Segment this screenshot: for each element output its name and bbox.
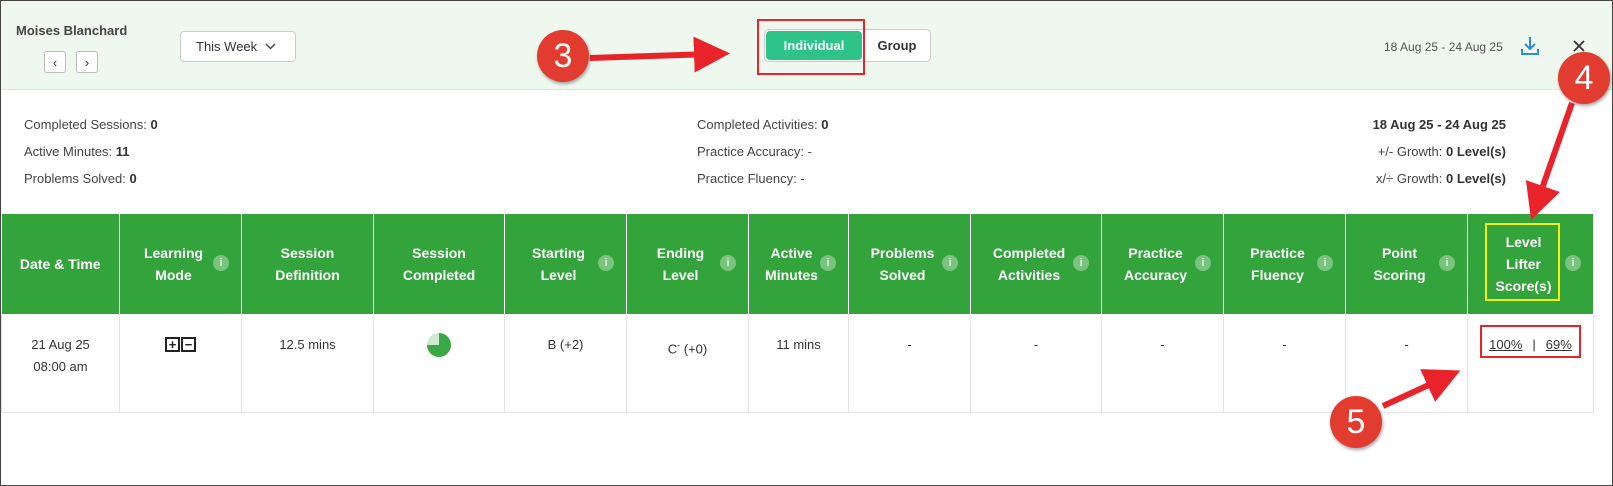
column-header-problems-solved: Problems Solved i	[848, 214, 971, 314]
callout-5: 5	[1330, 396, 1382, 448]
info-icon[interactable]: i	[598, 255, 614, 271]
cell-problems-solved: -	[848, 314, 971, 413]
chevron-right-icon: ›	[84, 54, 90, 70]
cell-practice-accuracy: -	[1101, 314, 1224, 413]
period-dropdown-value: This Week	[196, 39, 258, 54]
chevron-down-icon	[265, 41, 276, 53]
stat-practice-accuracy: Practice Accuracy: -	[697, 144, 812, 159]
stat-problems-solved: Problems Solved: 0	[24, 171, 137, 186]
cell-starting-level: B (+2)	[504, 314, 627, 413]
stat-add-sub-growth: +/- Growth: 0 Level(s)	[1377, 144, 1506, 159]
previous-week-button[interactable]: ‹	[44, 51, 66, 73]
column-header-completed-activities: Completed Activities i	[970, 214, 1102, 314]
sessions-table: Date & Time Learning Mode i Session Definit…	[1, 214, 1594, 413]
column-header-starting-level: Starting Level i	[504, 214, 627, 314]
stat-completed-activities: Completed Activities: 0	[697, 117, 829, 132]
summary-date-range: 18 Aug 25 - 24 Aug 25	[1372, 117, 1506, 132]
stat-completed-sessions: Completed Sessions: 0	[24, 117, 158, 132]
info-icon[interactable]: i	[942, 255, 958, 271]
info-icon[interactable]: i	[1439, 255, 1455, 271]
next-week-button[interactable]: ›	[76, 51, 98, 73]
student-name: Moises Blanchard	[16, 23, 128, 38]
cell-session-definition: 12.5 mins	[241, 314, 374, 413]
cell-practice-fluency: -	[1223, 314, 1346, 413]
header-date-range: 18 Aug 25 - 24 Aug 25	[1384, 40, 1503, 54]
level-lifter-highlight-box	[1485, 223, 1560, 301]
column-header-active-minutes: Active Minutes i	[748, 214, 849, 314]
cell-active-minutes: 11 mins	[748, 314, 849, 413]
scores-highlight-box	[1480, 325, 1581, 358]
download-icon[interactable]	[1519, 35, 1541, 57]
cell-date-time: 21 Aug 25 08:00 am	[1, 314, 120, 413]
column-header-point-scoring: Point Scoring i	[1345, 214, 1468, 314]
column-header-session-completed: Session Completed	[373, 214, 505, 314]
info-icon[interactable]: i	[1195, 255, 1211, 271]
session-progress-pie-icon	[427, 333, 451, 357]
info-icon[interactable]: i	[720, 255, 736, 271]
group-toggle-button[interactable]: Group	[865, 31, 929, 60]
period-dropdown[interactable]: This Week	[180, 31, 296, 62]
table-header-row: Date & Time Learning Mode i Session Definit…	[1, 214, 1594, 314]
stat-active-minutes: Active Minutes: 11	[24, 144, 130, 159]
info-icon[interactable]: i	[820, 255, 836, 271]
callout-4: 4	[1558, 52, 1610, 104]
info-icon[interactable]: i	[1317, 255, 1333, 271]
individual-highlight-box	[757, 19, 865, 75]
column-header-session-definition: Session Definition	[241, 214, 374, 314]
info-icon[interactable]: i	[1073, 255, 1089, 271]
callout-3: 3	[537, 30, 589, 82]
column-header-ending-level: Ending Level i	[626, 214, 749, 314]
cell-completed-activities: -	[970, 314, 1102, 413]
stat-practice-fluency: Practice Fluency: -	[697, 171, 805, 186]
info-icon[interactable]: i	[1565, 255, 1581, 271]
cell-learning-mode: + −	[119, 314, 242, 413]
stat-mul-div-growth: x/÷ Growth: 0 Level(s)	[1376, 171, 1506, 186]
info-icon[interactable]: i	[213, 255, 229, 271]
cell-session-completed	[373, 314, 505, 413]
column-header-practice-accuracy: Practice Accuracy i	[1101, 214, 1224, 314]
column-header-date-time: Date & Time	[1, 214, 120, 314]
column-header-practice-fluency: Practice Fluency i	[1223, 214, 1346, 314]
column-header-learning-mode: Learning Mode i	[119, 214, 242, 314]
add-subtract-mode-icon: + −	[165, 337, 196, 352]
cell-ending-level: C- (+0)	[626, 314, 749, 413]
chevron-left-icon: ‹	[52, 54, 58, 70]
